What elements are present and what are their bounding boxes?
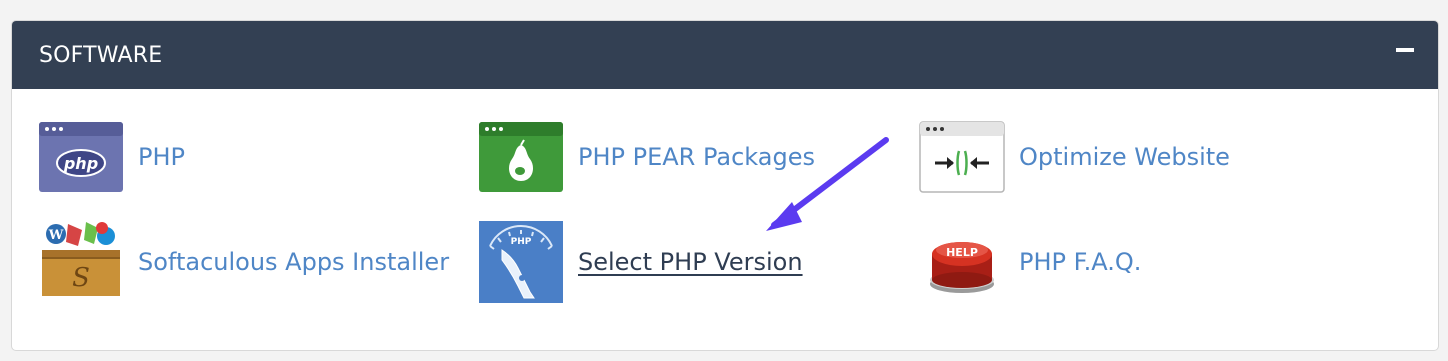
minus-icon (1396, 48, 1414, 52)
svg-text:S: S (72, 263, 90, 293)
php-faq-item[interactable]: HELP PHP F.A.Q. (919, 226, 1141, 298)
php-faq-label: PHP F.A.Q. (1019, 248, 1142, 276)
svg-text:php: php (63, 154, 98, 173)
php-label: PHP (138, 143, 185, 171)
optimize-website-label: Optimize Website (1019, 143, 1230, 171)
select-php-version-link: Select PHP Version (578, 248, 803, 276)
software-panel: SOFTWARE php PHP PHP PEAR Packages Optim… (11, 20, 1439, 351)
collapse-button[interactable] (1392, 39, 1416, 63)
php-pear-packages-item[interactable]: PHP PEAR Packages (478, 121, 815, 193)
softaculous-apps-installer-label: Softaculous Apps Installer (138, 248, 450, 276)
php-pear-packages-label: PHP PEAR Packages (578, 143, 815, 171)
select-php-version-item[interactable]: PHP Select PHP Version (478, 221, 803, 303)
php-icon: php (38, 121, 124, 193)
panel-title: SOFTWARE (39, 43, 163, 68)
softaculous-apps-installer-item[interactable]: W S Softaculous Apps Installer (38, 222, 450, 298)
select-php-version-icon: PHP (478, 221, 564, 303)
softaculous-icon: W S (38, 222, 124, 298)
svg-text:W: W (48, 228, 64, 243)
optimize-website-item[interactable]: Optimize Website (919, 121, 1230, 193)
php-pear-icon (478, 121, 564, 193)
svg-text:PHP: PHP (511, 237, 532, 247)
svg-text:HELP: HELP (946, 246, 978, 259)
optimize-website-icon (919, 121, 1005, 193)
panel-header: SOFTWARE (12, 21, 1438, 89)
php-item[interactable]: php PHP (38, 121, 185, 193)
help-button-icon: HELP (919, 226, 1005, 298)
